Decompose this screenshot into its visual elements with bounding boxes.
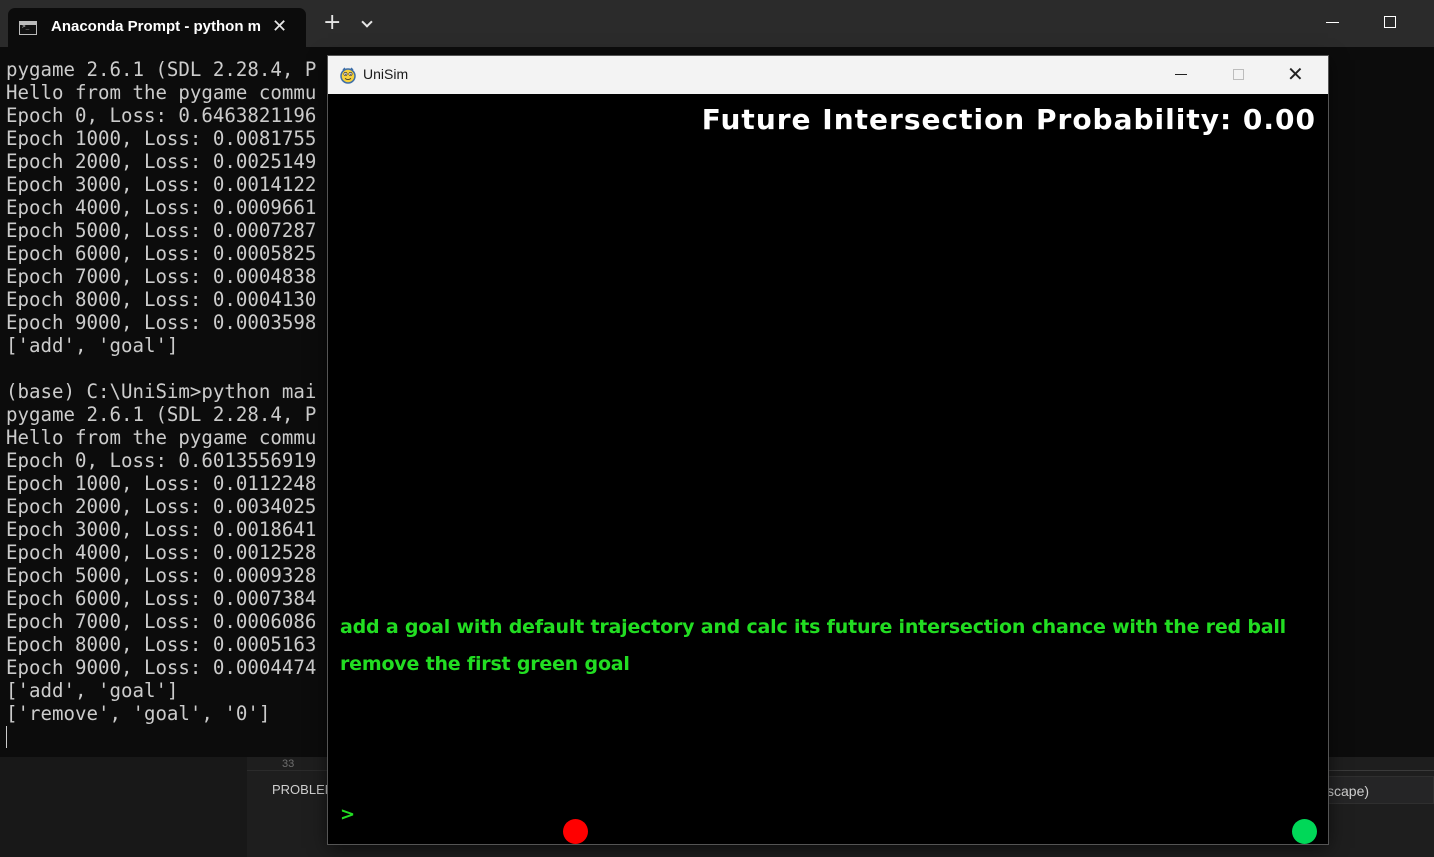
problems-tab[interactable]: PROBLEM: [272, 782, 336, 797]
command-history-line: add a goal with default trajectory and c…: [340, 616, 1286, 638]
chevron-down-icon[interactable]: [361, 16, 373, 28]
ide-panel-field-text: scape): [1327, 783, 1370, 799]
pygame-snake-icon: [340, 67, 356, 84]
terminal-tab[interactable]: Anaconda Prompt - python m ✕: [8, 8, 306, 47]
minimize-button[interactable]: [1175, 74, 1187, 75]
window-title: UniSim: [363, 66, 409, 82]
command-input-prompt[interactable]: >: [340, 804, 355, 825]
unisim-window: UniSim ✕ Future Intersection Probability…: [327, 55, 1329, 845]
terminal-output[interactable]: pygame 2.6.1 (SDL 2.28.4, P Hello from t…: [6, 58, 316, 725]
simulation-canvas[interactable]: Future Intersection Probability: 0.00 ad…: [328, 94, 1328, 844]
maximize-button[interactable]: [1384, 16, 1396, 28]
close-icon[interactable]: ✕: [1287, 63, 1304, 85]
tab-title: Anaconda Prompt - python m: [51, 18, 261, 35]
terminal-titlebar[interactable]: Anaconda Prompt - python m ✕ +: [0, 0, 1434, 47]
terminal-icon: [19, 21, 37, 35]
text-cursor: [6, 726, 7, 748]
close-tab-icon[interactable]: ✕: [272, 16, 287, 37]
intersection-probability-label: Future Intersection Probability: 0.00: [701, 103, 1316, 136]
new-tab-button[interactable]: +: [323, 12, 341, 34]
editor-line-number: 33: [282, 758, 295, 770]
green-goal: [1292, 819, 1317, 844]
red-ball: [563, 819, 588, 844]
maximize-button: [1233, 69, 1244, 80]
command-history-line: remove the first green goal: [340, 653, 630, 675]
unisim-titlebar[interactable]: UniSim ✕: [328, 56, 1328, 94]
ide-sidebar: [0, 757, 247, 857]
ide-divider: [1322, 770, 1434, 771]
minimize-button[interactable]: [1326, 22, 1339, 23]
